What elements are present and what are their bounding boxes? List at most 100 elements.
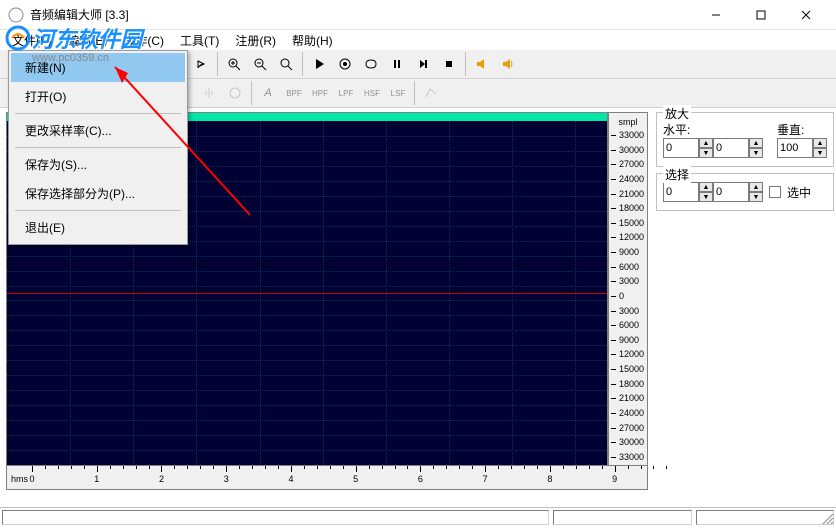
zoom-v-input[interactable] xyxy=(777,138,813,158)
y-tick-label: 9000 xyxy=(611,246,645,258)
speaker-left-icon[interactable] xyxy=(470,52,494,76)
file-menu-dropdown: 新建(N) 打开(O) 更改采样率(C)... 保存为(S)... 保存选择部分… xyxy=(8,50,188,245)
zoom-out-icon[interactable] xyxy=(248,52,272,76)
x-tick-label: 1 xyxy=(94,474,99,484)
y-tick-label: 33000 xyxy=(611,129,645,141)
menu-item-open[interactable]: 打开(O) xyxy=(11,82,185,111)
filter-bpf[interactable]: BPF xyxy=(282,81,306,105)
menu-item-resample[interactable]: 更改采样率(C)... xyxy=(11,116,185,145)
y-tick-label: 24000 xyxy=(611,173,645,185)
menu-register[interactable]: 注册(R) xyxy=(229,30,282,51)
select-checkbox[interactable] xyxy=(769,186,781,198)
menu-separator xyxy=(15,113,181,114)
x-tick-label: 7 xyxy=(483,474,488,484)
stop-icon[interactable] xyxy=(437,52,461,76)
filter-hpf[interactable]: HPF xyxy=(308,81,332,105)
select-from-up[interactable]: ▲ xyxy=(699,182,713,192)
menu-item-exit[interactable]: 退出(E) xyxy=(11,213,185,242)
zoom-fit-icon[interactable] xyxy=(274,52,298,76)
y-tick-label: 12000 xyxy=(611,231,645,243)
y-tick-label: 27000 xyxy=(611,422,645,434)
filter-hsf[interactable]: HSF xyxy=(360,81,384,105)
maximize-button[interactable] xyxy=(738,1,783,29)
x-tick-label: 3 xyxy=(224,474,229,484)
y-tick-label: 30000 xyxy=(611,144,645,156)
x-tick-label: 9 xyxy=(612,474,617,484)
menu-help[interactable]: 帮助(H) xyxy=(286,30,339,51)
close-button[interactable] xyxy=(783,1,828,29)
menu-item-saveas[interactable]: 保存为(S)... xyxy=(11,150,185,179)
resize-handle-icon[interactable] xyxy=(820,511,834,525)
status-cell-1 xyxy=(2,510,549,525)
redo-icon[interactable] xyxy=(189,52,213,76)
select-from-input[interactable] xyxy=(663,182,699,202)
effect2-icon[interactable] xyxy=(197,81,221,105)
zoom-panel: 放大 水平: ▲▼ ▲▼ 垂直: ▲▼ xyxy=(656,112,834,167)
effect3-icon[interactable] xyxy=(223,81,247,105)
y-tick-label: 15000 xyxy=(611,363,645,375)
y-tick-label: 6000 xyxy=(611,261,645,273)
zoom-h-down[interactable]: ▼ xyxy=(699,148,713,158)
y-tick-label: 21000 xyxy=(611,188,645,200)
y-tick-label: 18000 xyxy=(611,378,645,390)
pause-icon[interactable] xyxy=(385,52,409,76)
y-tick-label: 27000 xyxy=(611,158,645,170)
title-bar: 音频编辑大师 [3.3] xyxy=(0,0,836,30)
step-icon[interactable] xyxy=(411,52,435,76)
y-tick-label: 0 xyxy=(611,290,645,302)
loop-icon[interactable] xyxy=(359,52,383,76)
y-tick-label: 33000 xyxy=(611,451,645,463)
y-tick-label: 6000 xyxy=(611,319,645,331)
menu-bar: 文件(F) 编辑(E) 操作(C) 工具(T) 注册(R) 帮助(H) xyxy=(0,30,836,50)
filter-lpf[interactable]: LPF xyxy=(334,81,358,105)
menu-tools[interactable]: 工具(T) xyxy=(174,30,225,51)
menu-file[interactable]: 文件(F) xyxy=(6,30,57,51)
zoom-legend: 放大 xyxy=(663,105,691,122)
select-to-up[interactable]: ▲ xyxy=(749,182,763,192)
menu-edit[interactable]: 编辑(E) xyxy=(61,30,113,51)
y-axis-unit: smpl xyxy=(611,115,645,129)
status-bar xyxy=(0,507,836,527)
minimize-button[interactable] xyxy=(693,1,738,29)
zoom-h-input[interactable] xyxy=(663,138,699,158)
zoom-h2-up[interactable]: ▲ xyxy=(749,138,763,148)
select-panel: 选择 ▲▼ ▲▼ 选中 xyxy=(656,173,834,211)
zoom-in-icon[interactable] xyxy=(222,52,246,76)
envelope-icon[interactable] xyxy=(419,81,443,105)
x-tick-label: 4 xyxy=(288,474,293,484)
status-cell-2 xyxy=(553,510,691,525)
status-cell-3 xyxy=(696,510,834,525)
y-tick-label: 30000 xyxy=(611,436,645,448)
record-icon[interactable] xyxy=(333,52,357,76)
y-tick-label: 21000 xyxy=(611,392,645,404)
x-tick-label: 8 xyxy=(547,474,552,484)
speaker-right-icon[interactable] xyxy=(496,52,520,76)
zoom-h-input2[interactable] xyxy=(713,138,749,158)
zoom-v-up[interactable]: ▲ xyxy=(813,138,827,148)
x-tick-label: 5 xyxy=(353,474,358,484)
y-tick-label: 3000 xyxy=(611,275,645,287)
zoom-v-label: 垂直: xyxy=(777,123,804,137)
x-tick-label: 6 xyxy=(418,474,423,484)
menu-separator xyxy=(15,147,181,148)
select-to-input[interactable] xyxy=(713,182,749,202)
y-tick-label: 18000 xyxy=(611,202,645,214)
filter-lsf[interactable]: LSF xyxy=(386,81,410,105)
select-checkbox-label: 选中 xyxy=(787,184,811,201)
zoom-v-down[interactable]: ▼ xyxy=(813,148,827,158)
x-axis: hms 0123456789 xyxy=(6,466,648,490)
select-from-down[interactable]: ▼ xyxy=(699,192,713,202)
app-icon xyxy=(8,7,24,23)
x-tick-label: 2 xyxy=(159,474,164,484)
menu-item-new[interactable]: 新建(N) xyxy=(11,53,185,82)
select-to-down[interactable]: ▼ xyxy=(749,192,763,202)
y-tick-label: 15000 xyxy=(611,217,645,229)
zoom-h2-down[interactable]: ▼ xyxy=(749,148,763,158)
menu-item-save-selection[interactable]: 保存选择部分为(P)... xyxy=(11,179,185,208)
menu-operate[interactable]: 操作(C) xyxy=(117,30,170,51)
x-tick-label: 0 xyxy=(30,474,35,484)
window-title: 音频编辑大师 [3.3] xyxy=(30,6,693,23)
filter-a-icon[interactable]: A xyxy=(256,81,280,105)
zoom-h-up[interactable]: ▲ xyxy=(699,138,713,148)
play-icon[interactable] xyxy=(307,52,331,76)
